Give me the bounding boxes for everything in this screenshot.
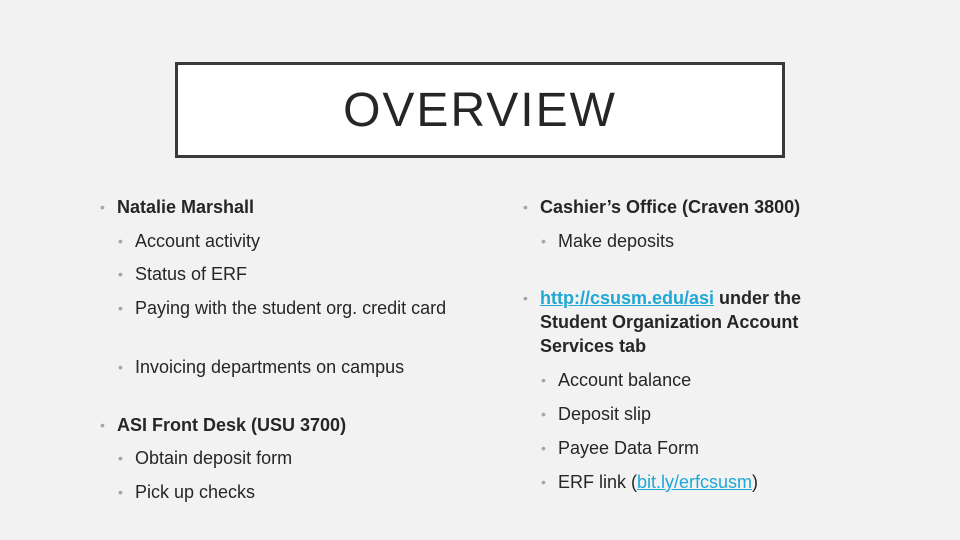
bullet-icon: • <box>523 199 528 215</box>
list-item: • Pick up checks <box>118 482 256 502</box>
bullet-icon: • <box>541 474 546 490</box>
erf-suffix: ) <box>752 472 759 492</box>
bullet-icon: • <box>118 266 123 282</box>
list-item: • Status of ERF <box>118 264 248 284</box>
list-item: • Deposit slip <box>541 404 652 424</box>
list-item: • Payee Data Form <box>541 438 700 458</box>
list-item: • ERF link (bit.ly/erfcsusm) <box>541 470 758 494</box>
list-item: • Account balance <box>541 370 692 390</box>
erf-prefix: ERF link ( <box>558 472 638 492</box>
bullet-icon: • <box>523 290 528 306</box>
bullet-icon: • <box>541 406 546 422</box>
list-item-heading: • ASI Front Desk (USU 3700) <box>100 415 347 435</box>
bullet-icon: • <box>541 440 546 456</box>
bullet-icon: • <box>541 233 546 249</box>
bullet-icon: • <box>118 359 123 375</box>
list-item: • Make deposits <box>541 231 675 251</box>
list-item: • Account activity <box>118 231 261 251</box>
bullet-icon: • <box>541 372 546 388</box>
list-item-heading: • Natalie Marshall <box>100 197 255 217</box>
bullet-icon: • <box>118 450 123 466</box>
list-item-heading: • Cashier’s Office (Craven 3800) <box>523 197 801 217</box>
list-item: • Paying with the student org. credit ca… <box>118 298 447 318</box>
slide-title: OVERVIEW <box>343 83 617 137</box>
bullet-icon: • <box>118 233 123 249</box>
erf-link[interactable]: bit.ly/erfcsusm <box>637 472 752 492</box>
bullet-icon: • <box>118 484 123 500</box>
list-item: • Invoicing departments on campus <box>118 357 405 377</box>
bullet-icon: • <box>118 300 123 316</box>
list-item-heading: • http://csusm.edu/asi under the Student… <box>523 286 833 358</box>
asi-link[interactable]: http://csusm.edu/asi <box>540 288 714 308</box>
list-item: • Obtain deposit form <box>118 448 293 468</box>
bullet-icon: • <box>100 199 105 215</box>
bullet-icon: • <box>100 417 105 433</box>
title-box: OVERVIEW <box>175 62 785 158</box>
